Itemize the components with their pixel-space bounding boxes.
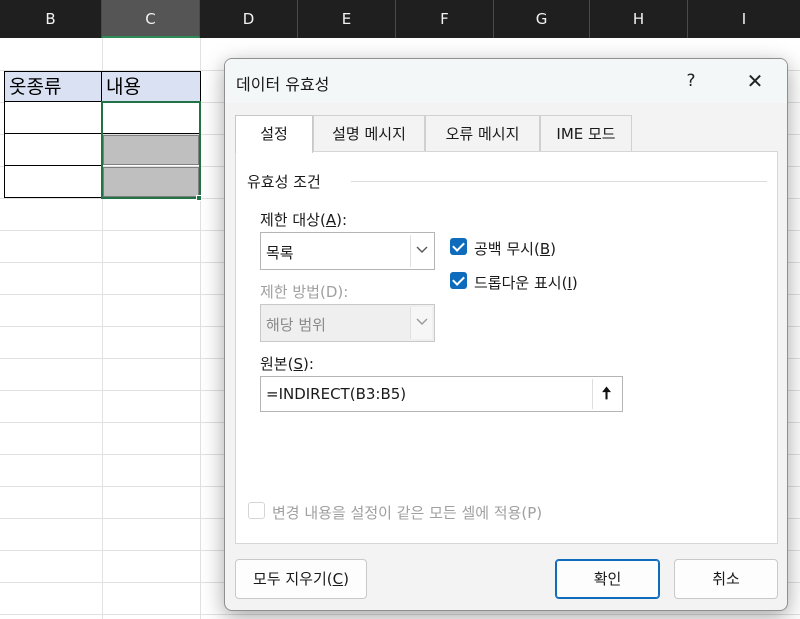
column-headers: B C D E F G H I <box>0 0 800 38</box>
group-divider <box>351 181 767 182</box>
allow-select[interactable]: 목록 <box>260 232 435 270</box>
cell-b5[interactable] <box>4 165 102 198</box>
help-button[interactable]: ? <box>670 65 712 97</box>
gridline <box>0 614 800 615</box>
cell-b3[interactable] <box>4 101 102 134</box>
cell-b4[interactable] <box>4 133 102 166</box>
chevron-down-icon[interactable] <box>410 235 432 267</box>
in-cell-dropdown-checkbox[interactable] <box>450 272 467 289</box>
data-select: 해당 범위 <box>260 304 435 342</box>
allow-label: 제한 대상(A): <box>260 211 347 229</box>
column-header-h[interactable]: H <box>590 0 688 38</box>
close-button[interactable]: ✕ <box>731 65 779 97</box>
ok-button[interactable]: 확인 <box>555 559 660 599</box>
column-header-e[interactable]: E <box>298 0 396 38</box>
allow-value: 목록 <box>266 244 294 262</box>
in-cell-dropdown-label[interactable]: 드롭다운 표시(I) <box>474 272 578 293</box>
source-label: 원본(S): <box>260 355 314 373</box>
dialog-titlebar[interactable]: 데이터 유효성 ? ✕ <box>225 59 787 103</box>
source-field[interactable]: 🠅 <box>260 376 623 412</box>
data-value: 해당 범위 <box>266 316 326 334</box>
validation-criteria-label: 유효성 조건 <box>247 171 327 192</box>
apply-all-label: 변경 내용을 설정이 같은 모든 셀에 적용(P) <box>272 504 543 522</box>
data-validation-dialog: 데이터 유효성 ? ✕ 설정 설명 메시지 오류 메시지 IME 모드 유효성 … <box>224 58 788 611</box>
cell-b2[interactable]: 옷종류 <box>4 71 102 102</box>
fill-handle[interactable] <box>196 195 202 201</box>
column-header-d[interactable]: D <box>200 0 298 38</box>
column-header-f[interactable]: F <box>396 0 494 38</box>
column-header-c[interactable]: C <box>102 0 200 38</box>
tab-input-message[interactable]: 설명 메시지 <box>313 115 425 151</box>
tab-settings[interactable]: 설정 <box>235 115 313 153</box>
chevron-down-icon <box>410 307 432 339</box>
column-header-g[interactable]: G <box>494 0 590 38</box>
selection-border <box>101 101 201 199</box>
dialog-title: 데이터 유효성 <box>236 75 330 94</box>
column-header-i[interactable]: I <box>688 0 800 38</box>
source-input[interactable] <box>261 377 591 411</box>
apply-all-checkbox <box>248 502 265 519</box>
data-label: 제한 방법(D): <box>260 283 349 301</box>
clear-all-button[interactable]: 모두 지우기(C) <box>235 559 367 599</box>
tab-error-alert[interactable]: 오류 메시지 <box>425 115 540 151</box>
tab-ime-mode[interactable]: IME 모드 <box>540 115 632 151</box>
cancel-button[interactable]: 취소 <box>674 559 778 599</box>
ignore-blank-label[interactable]: 공백 무시(B) <box>474 238 556 259</box>
ignore-blank-checkbox[interactable] <box>450 238 467 255</box>
column-header-b[interactable]: B <box>0 0 102 38</box>
collapse-range-icon[interactable]: 🠅 <box>592 379 620 409</box>
cell-c2[interactable]: 내용 <box>101 71 201 102</box>
